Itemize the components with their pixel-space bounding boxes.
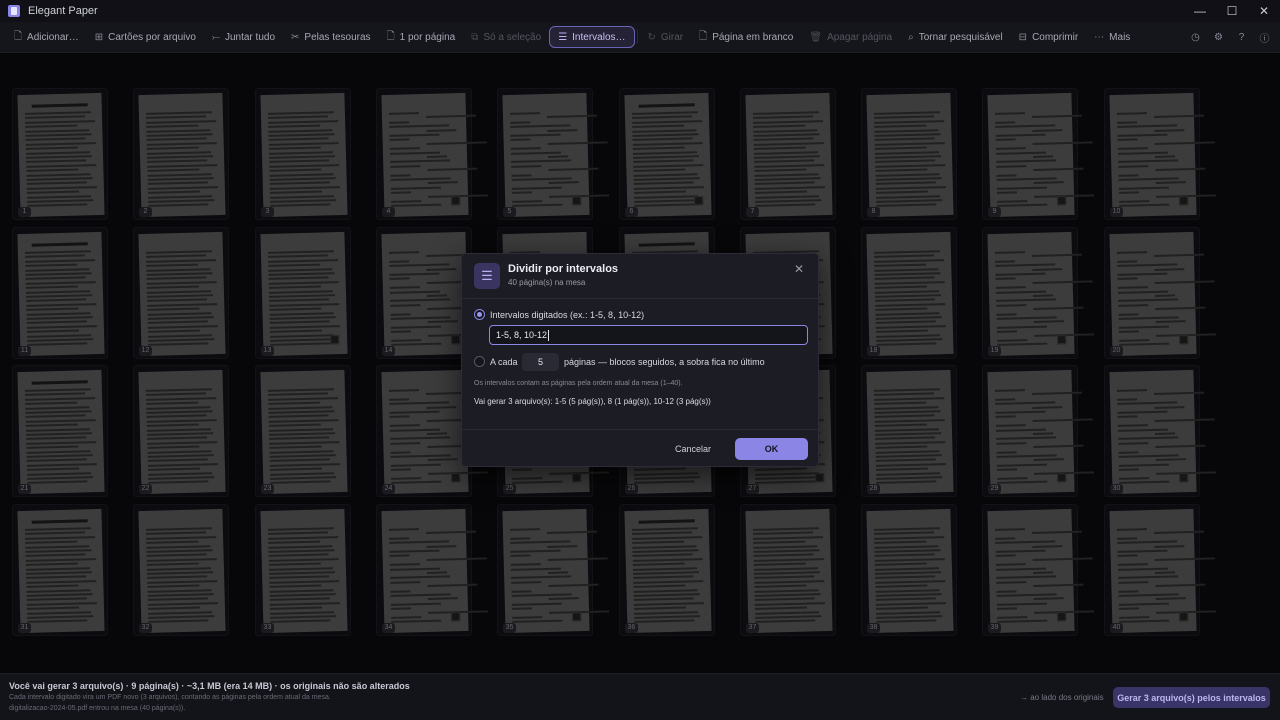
- scissors-icon: ✂: [291, 31, 300, 43]
- minimize-button[interactable]: —: [1184, 0, 1216, 22]
- intervals-button[interactable]: ☰ Intervalos…: [549, 26, 635, 48]
- merge-icon: ⤚: [211, 31, 220, 43]
- only-selection-button[interactable]: ⧉ Só a seleção: [463, 26, 549, 48]
- status-file-info: digitalizacao-2024-05.pdf entrou na mesa…: [9, 705, 186, 712]
- generate-button[interactable]: Gerar 3 arquivo(s) pelos intervalos: [1113, 687, 1270, 708]
- dialog-title: Dividir por intervalos: [508, 263, 619, 275]
- every-n-prefix: A cada: [490, 357, 518, 367]
- gear-icon[interactable]: ⚙: [1211, 27, 1226, 47]
- maximize-button[interactable]: ☐: [1216, 0, 1248, 22]
- make-searchable-button[interactable]: ⌕ Tornar pesquisável: [900, 26, 1011, 48]
- window-controls: — ☐ ✕: [1184, 0, 1280, 22]
- more-dots-icon: ⋯: [1094, 31, 1105, 43]
- more-button[interactable]: ⋯ Mais: [1086, 26, 1138, 48]
- intervals-input[interactable]: 1-5, 8, 10-12: [489, 325, 808, 345]
- by-scissors-button[interactable]: ✂ Pelas tesouras: [283, 26, 379, 48]
- toolbar: 🗋 Adicionar… ⊞ Cartões por arquivo ⤚ Juntar…: [0, 22, 1280, 53]
- close-window-button[interactable]: ✕: [1248, 0, 1280, 22]
- search-icon: ⌕: [908, 31, 914, 43]
- rotate-icon: ↻: [647, 31, 656, 43]
- typed-intervals-label: Intervalos digitados (ex.: 1-5, 8, 10-12…: [490, 310, 645, 320]
- info-icon[interactable]: ⓘ: [1257, 27, 1272, 47]
- output-location[interactable]: → ao lado dos originais: [1020, 693, 1104, 702]
- status-summary: Você vai gerar 3 arquivo(s) · 9 página(s…: [9, 681, 410, 691]
- status-bar: Você vai gerar 3 arquivo(s) · 9 página(s…: [0, 673, 1280, 720]
- close-icon[interactable]: ✕: [794, 262, 804, 276]
- delete-page-button[interactable]: 🗑 Apagar página: [801, 26, 900, 48]
- sliders-icon: ☰: [474, 263, 500, 289]
- add-button[interactable]: 🗋 Adicionar…: [6, 26, 87, 48]
- history-icon[interactable]: ◷: [1188, 27, 1203, 47]
- typed-intervals-radio[interactable]: [474, 309, 485, 320]
- blank-page-button[interactable]: 🗋 Página em branco: [691, 26, 801, 48]
- selection-icon: ⧉: [471, 31, 479, 43]
- intervals-hint: Os intervalos contam as páginas pela ord…: [474, 380, 683, 387]
- help-icon[interactable]: ?: [1234, 27, 1249, 47]
- toolbar-right-icons: ◷ ⚙ ? ⓘ: [1188, 27, 1272, 47]
- compress-icon: ⊟: [1018, 31, 1028, 43]
- status-detail: Cada intervalo digitado vira um PDF novo…: [9, 694, 331, 701]
- dialog-header: ☰ Dividir por intervalos 40 página(s) na…: [462, 254, 818, 299]
- text-caret: [548, 329, 550, 341]
- window-title: Elegant Paper: [28, 5, 98, 17]
- app-logo-icon: [8, 5, 20, 17]
- ok-button[interactable]: OK: [735, 438, 808, 460]
- add-file-icon: 🗋: [14, 30, 23, 42]
- intervals-input-value: 1-5, 8, 10-12: [496, 330, 548, 340]
- grid-icon: ⊞: [94, 31, 104, 43]
- sliders-icon: ☰: [558, 31, 568, 43]
- every-n-suffix: páginas — blocos seguidos, a sobra fica …: [564, 357, 765, 367]
- result-summary: Vai gerar 3 arquivo(s): 1-5 (5 pág(s)), …: [474, 397, 711, 406]
- rotate-button[interactable]: ↻ Girar: [640, 26, 692, 48]
- title-bar: Elegant Paper — ☐ ✕: [0, 0, 1280, 22]
- blank-page-icon: 🗋: [699, 30, 708, 42]
- one-per-page-button[interactable]: 🗋 1 por página: [379, 26, 464, 48]
- compress-button[interactable]: ⊟ Comprimir: [1011, 26, 1087, 48]
- dialog-subtitle: 40 página(s) na mesa: [508, 278, 586, 287]
- trash-icon: 🗑: [809, 31, 823, 43]
- cards-per-file-button[interactable]: ⊞ Cartões por arquivo: [87, 26, 204, 48]
- split-intervals-dialog: ☰ Dividir por intervalos 40 página(s) na…: [461, 253, 819, 467]
- page-icon: 🗋: [386, 30, 395, 42]
- join-all-button[interactable]: ⤚ Juntar tudo: [204, 26, 283, 48]
- every-n-radio[interactable]: [474, 356, 485, 367]
- cancel-button[interactable]: Cancelar: [667, 440, 719, 458]
- every-n-input[interactable]: 5: [522, 353, 559, 371]
- toolbar-divider: [636, 30, 638, 44]
- dialog-divider: [462, 429, 818, 430]
